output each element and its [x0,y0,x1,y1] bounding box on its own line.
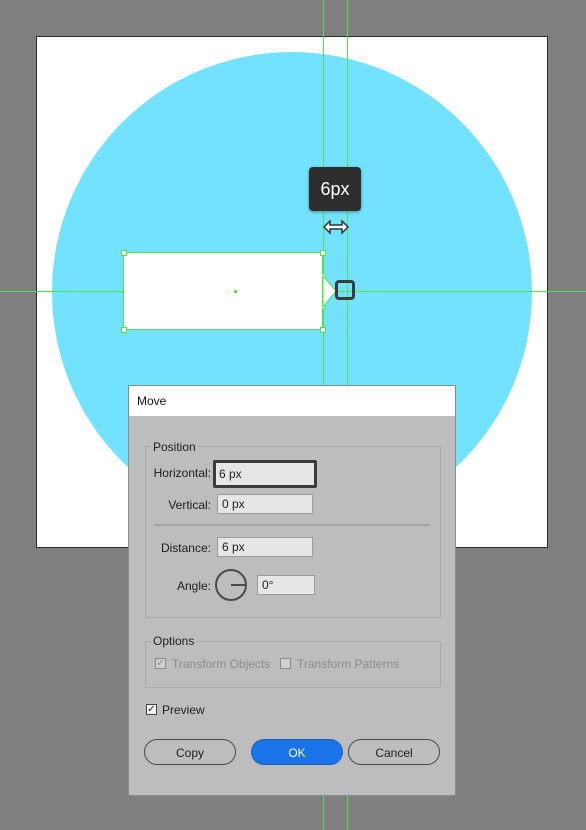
vertical-label: Vertical: [168,498,211,512]
horizontal-label: Horizontal: [153,466,211,480]
vertical-input[interactable] [217,494,313,514]
anchor-point-highlight[interactable] [335,280,355,300]
cancel-button[interactable]: Cancel [348,739,440,765]
selection-handle[interactable] [320,327,326,333]
center-point [234,290,237,293]
distance-tooltip: 6px [309,167,361,211]
angle-label: Angle: [176,579,211,593]
selected-rectangle[interactable] [123,252,323,330]
transform-patterns-checkbox[interactable] [280,658,291,669]
ok-button[interactable]: OK [251,739,343,765]
selection-handle[interactable] [121,250,127,256]
angle-dial-icon[interactable] [215,569,247,601]
transform-objects-label: Transform Objects [172,657,271,671]
position-legend: Position [151,440,198,454]
transform-patterns-label: Transform Patterns [297,657,400,671]
preview-checkbox[interactable]: ✓ [146,704,157,715]
angle-input[interactable] [257,575,315,595]
distance-label: Distance: [160,541,211,555]
distance-input[interactable] [217,537,313,557]
horizontal-input[interactable] [213,460,317,488]
copy-button[interactable]: Copy [144,739,236,765]
transform-objects-checkbox[interactable]: ✓ [155,658,166,669]
selection-handle[interactable] [320,250,326,256]
dialog-title: Move [129,386,455,416]
move-horizontal-arrows-icon [322,219,350,235]
preview-label: Preview [162,703,205,717]
options-legend: Options [151,634,197,648]
position-divider [154,524,430,526]
move-dialog: Move Position Horizontal: Vertical: Dist… [128,385,456,796]
selection-handle[interactable] [121,327,127,333]
